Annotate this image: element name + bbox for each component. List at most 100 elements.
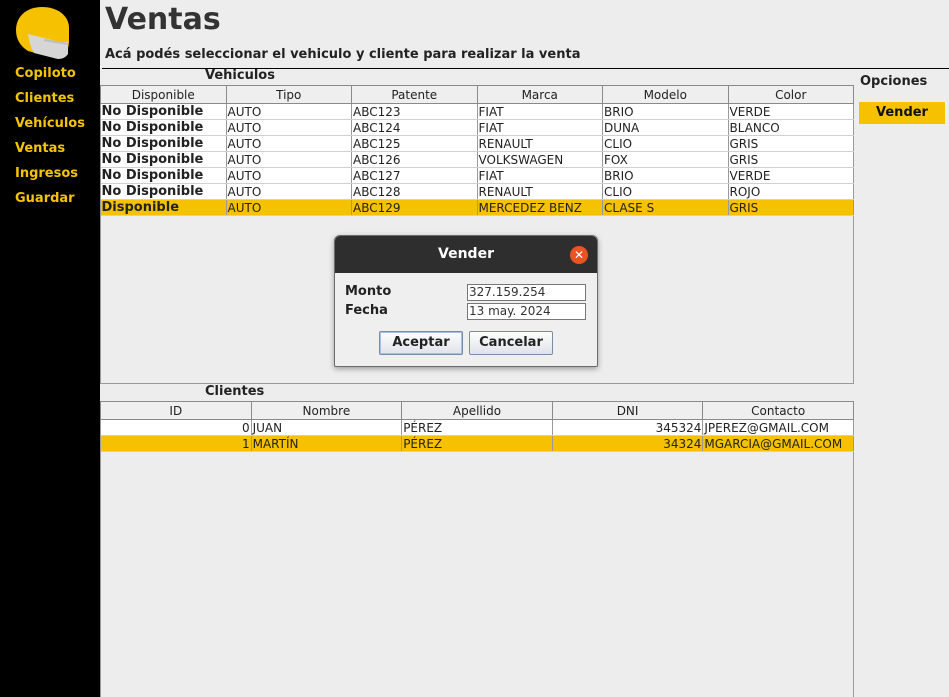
vehicle-patente: ABC123 (351, 103, 478, 120)
column-header-id[interactable]: ID (100, 401, 252, 420)
vehicle-disponible: No Disponible (100, 183, 227, 200)
sidebar-item-ventas[interactable]: Ventas (15, 140, 85, 165)
vehicle-row-selected[interactable]: Disponible AUTO ABC129 MERCEDEZ BENZ CLA… (100, 199, 854, 216)
vehicle-marca: FIAT (477, 103, 603, 120)
vehicle-row[interactable]: No Disponible AUTO ABC126 VOLKSWAGEN FOX… (100, 151, 854, 168)
column-header-contacto[interactable]: Contacto (702, 401, 854, 420)
column-header-marca[interactable]: Marca (476, 85, 603, 104)
helmet-logo-icon (16, 7, 69, 59)
clients-header-row: ID Nombre Apellido DNI Contacto (100, 401, 854, 420)
vehicle-modelo: CLIO (602, 135, 729, 152)
page-title: Ventas (105, 2, 221, 37)
fecha-label: Fecha (345, 303, 388, 318)
column-header-apellido[interactable]: Apellido (401, 401, 553, 420)
vehicle-color: GRIS (728, 135, 854, 152)
vehicle-row[interactable]: No Disponible AUTO ABC123 FIAT BRIO VERD… (100, 103, 854, 120)
vehicle-patente: ABC125 (351, 135, 478, 152)
vehicle-tipo: AUTO (226, 167, 352, 184)
monto-label: Monto (345, 284, 392, 299)
vehicles-header-row: Disponible Tipo Patente Marca Modelo Col… (100, 85, 854, 104)
monto-field[interactable]: 327.159.254 (467, 284, 586, 301)
aceptar-button[interactable]: Aceptar (379, 331, 463, 355)
client-apellido: PÉREZ (401, 435, 553, 452)
client-id: 1 (100, 435, 252, 452)
dialog-titlebar[interactable]: Vender ✕ (335, 236, 597, 273)
client-row-selected[interactable]: 1 MARTÍN PÉREZ 34324 MGARCIA@GMAIL.COM (100, 435, 854, 452)
cancelar-button[interactable]: Cancelar (469, 331, 553, 355)
vehicle-modelo: DUNA (602, 119, 729, 136)
column-header-modelo[interactable]: Modelo (602, 85, 729, 104)
column-header-tipo[interactable]: Tipo (225, 85, 352, 104)
vender-button[interactable]: Vender (859, 102, 945, 124)
vehicle-tipo: AUTO (226, 183, 352, 200)
vehicle-patente: ABC127 (351, 167, 478, 184)
vehicle-color: VERDE (728, 103, 854, 120)
clients-table: ID Nombre Apellido DNI Contacto 0 JUAN P… (100, 401, 854, 452)
vehicle-row[interactable]: No Disponible AUTO ABC127 FIAT BRIO VERD… (100, 167, 854, 184)
vehicles-title: Vehiculos (205, 68, 275, 83)
sidebar-item-ingresos[interactable]: Ingresos (15, 165, 85, 190)
vehicle-patente: ABC124 (351, 119, 478, 136)
vehicle-marca: FIAT (477, 167, 603, 184)
client-dni: 345324 (552, 419, 704, 436)
sidebar-item-copiloto[interactable]: Copiloto (15, 65, 85, 90)
vehicle-tipo: AUTO (226, 119, 352, 136)
column-header-dni[interactable]: DNI (551, 401, 704, 420)
vehicle-disponible: Disponible (100, 199, 227, 216)
vehicle-row[interactable]: No Disponible AUTO ABC124 FIAT DUNA BLAN… (100, 119, 854, 136)
column-header-patente[interactable]: Patente (351, 85, 478, 104)
vehicle-modelo: BRIO (602, 103, 729, 120)
clients-title: Clientes (205, 384, 265, 399)
vehicle-row[interactable]: No Disponible AUTO ABC128 RENAULT CLIO R… (100, 183, 854, 200)
vehicle-marca: RENAULT (477, 183, 603, 200)
vehicle-patente: ABC128 (351, 183, 478, 200)
vehicle-modelo: BRIO (602, 167, 729, 184)
fecha-field[interactable]: 13 may. 2024 (467, 303, 586, 320)
page-subtitle: Acá podés seleccionar el vehiculo y clie… (105, 47, 581, 62)
vehicle-patente: ABC129 (351, 199, 478, 216)
vehicle-marca: MERCEDEZ BENZ (477, 199, 603, 216)
vehicle-color: BLANCO (728, 119, 854, 136)
vehicle-disponible: No Disponible (100, 151, 227, 168)
sidebar-item-guardar[interactable]: Guardar (15, 190, 85, 215)
sidebar-item-vehiculos[interactable]: Vehículos (15, 115, 85, 140)
sidebar-nav: Copiloto Clientes Vehículos Ventas Ingre… (15, 65, 85, 215)
vehicle-color: ROJO (728, 183, 854, 200)
client-nombre: JUAN (251, 419, 403, 436)
vehicle-disponible: No Disponible (100, 103, 227, 120)
vender-dialog: Vender ✕ Monto 327.159.254 Fecha 13 may.… (334, 235, 598, 367)
vehicle-tipo: AUTO (226, 135, 352, 152)
client-contacto: JPEREZ@GMAIL.COM (702, 419, 854, 436)
close-icon[interactable]: ✕ (570, 246, 588, 264)
client-nombre: MARTÍN (251, 435, 403, 452)
vehicle-patente: ABC126 (351, 151, 478, 168)
vehicle-marca: RENAULT (477, 135, 603, 152)
vehicle-tipo: AUTO (226, 103, 352, 120)
vehicle-disponible: No Disponible (100, 135, 227, 152)
options-title: Opciones (860, 74, 928, 89)
vehicle-modelo: CLIO (602, 183, 729, 200)
vehicle-color: GRIS (728, 199, 854, 216)
vehicle-color: VERDE (728, 167, 854, 184)
sidebar-item-clientes[interactable]: Clientes (15, 90, 85, 115)
vehicle-disponible: No Disponible (100, 119, 227, 136)
column-header-disponible[interactable]: Disponible (100, 85, 227, 104)
vehicle-row[interactable]: No Disponible AUTO ABC125 RENAULT CLIO G… (100, 135, 854, 152)
column-header-nombre[interactable]: Nombre (250, 401, 403, 420)
client-apellido: PÉREZ (401, 419, 553, 436)
vehicle-modelo: FOX (602, 151, 729, 168)
client-contacto: MGARCIA@GMAIL.COM (702, 435, 854, 452)
sidebar: Copiloto Clientes Vehículos Ventas Ingre… (0, 0, 100, 697)
client-id: 0 (100, 419, 252, 436)
vehicle-marca: FIAT (477, 119, 603, 136)
client-dni: 34324 (552, 435, 704, 452)
vehicles-table: Disponible Tipo Patente Marca Modelo Col… (100, 85, 854, 216)
client-row[interactable]: 0 JUAN PÉREZ 345324 JPEREZ@GMAIL.COM (100, 419, 854, 436)
vehicle-tipo: AUTO (226, 199, 352, 216)
vehicle-marca: VOLKSWAGEN (477, 151, 603, 168)
vehicle-modelo: CLASE S (602, 199, 729, 216)
vehicle-disponible: No Disponible (100, 167, 227, 184)
column-header-color[interactable]: Color (727, 85, 854, 104)
vehicle-color: GRIS (728, 151, 854, 168)
vehicle-tipo: AUTO (226, 151, 352, 168)
